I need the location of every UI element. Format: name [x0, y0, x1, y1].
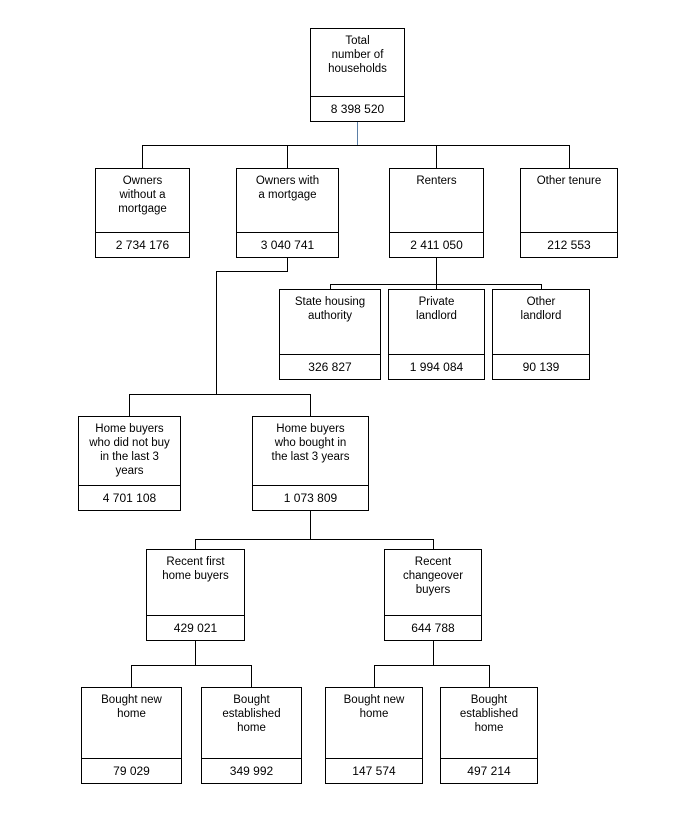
node-label: Total number of households: [328, 35, 387, 75]
connector-drop-changeover-established-home: [489, 665, 490, 687]
node-label: Home buyers who did not buy in the last …: [89, 423, 170, 477]
node-value: 3 040 741: [237, 232, 338, 257]
node-label: Recent changeover buyers: [402, 556, 464, 596]
node-value: 8 398 520: [311, 96, 404, 121]
node-value: 497 214: [441, 758, 537, 783]
connector-drop-renters: [436, 145, 437, 168]
node-value: 2 734 176: [96, 232, 189, 257]
node-label: Bought established home: [459, 694, 519, 734]
node-value: 212 553: [521, 232, 617, 257]
node-label: Bought new home: [343, 694, 405, 720]
node-value: 1 073 809: [253, 485, 368, 510]
node-value: 2 411 050: [390, 232, 483, 257]
node-value: 90 139: [493, 354, 589, 379]
node-label: Bought established home: [222, 694, 281, 734]
node-label: Bought new home: [101, 694, 162, 720]
node-value: 147 574: [326, 758, 422, 783]
connector-drop-owners-mortgage: [287, 145, 288, 168]
connector-owners-mortgage-jog: [216, 271, 288, 272]
node-owners-without-mortgage: Owners without a mortgage 2 734 176: [95, 168, 190, 258]
connector-recent-buyers-stem: [310, 511, 311, 539]
connector-drop-first-established-home: [251, 665, 252, 687]
connector-total-stem: [357, 122, 358, 145]
node-recent-first-home-buyers: Recent first home buyers 429 021: [146, 549, 245, 641]
connector-drop-owners-no-mortgage: [142, 145, 143, 168]
node-home-buyers-recent: Home buyers who bought in the last 3 yea…: [252, 416, 369, 511]
node-first-bought-established-home: Bought established home 349 992: [201, 687, 302, 784]
node-other-landlord: Other landlord 90 139: [492, 289, 590, 380]
node-label: Other tenure: [536, 175, 602, 187]
connector-owners-mortgage-stem: [287, 258, 288, 271]
node-state-housing-authority: State housing authority 326 827: [279, 289, 381, 380]
node-value: 1 994 084: [389, 354, 484, 379]
node-label: Recent first home buyers: [162, 556, 229, 582]
node-first-bought-new-home: Bought new home 79 029: [81, 687, 182, 784]
node-label: Owners without a mortgage: [118, 175, 167, 215]
connector-drop-recent-buyers: [310, 394, 311, 416]
connector-buyers-bus: [129, 394, 311, 395]
node-changeover-bought-established-home: Bought established home 497 214: [440, 687, 538, 784]
connector-drop-first-new-home: [131, 665, 132, 687]
connector-level1-bus: [142, 145, 569, 146]
connector-drop-not-recent-buyers: [129, 394, 130, 416]
node-owners-with-mortgage: Owners with a mortgage 3 040 741: [236, 168, 339, 258]
node-value: 349 992: [202, 758, 301, 783]
node-total-households: Total number of households 8 398 520: [310, 28, 405, 122]
connector-drop-changeover-buyers: [433, 539, 434, 549]
node-recent-changeover-buyers: Recent changeover buyers 644 788: [384, 549, 482, 641]
node-other-tenure: Other tenure 212 553: [520, 168, 618, 258]
connector-recent-types-bus: [195, 539, 433, 540]
connector-drop-first-home-buyers: [195, 539, 196, 549]
node-private-landlord: Private landlord 1 994 084: [388, 289, 485, 380]
connector-drop-changeover-new-home: [374, 665, 375, 687]
connector-first-home-stem: [195, 641, 196, 665]
node-value: 644 788: [385, 615, 481, 640]
node-value: 4 701 108: [79, 485, 180, 510]
node-label: Renters: [416, 175, 457, 187]
connector-changeover-stem: [433, 641, 434, 665]
node-value: 326 827: [280, 354, 380, 379]
connector-changeover-purchase-bus: [374, 665, 490, 666]
connector-drop-other-tenure: [569, 145, 570, 168]
connector-first-purchase-bus: [131, 665, 252, 666]
node-label: State housing authority: [294, 296, 366, 322]
hierarchy-chart: Total number of households 8 398 520 Own…: [0, 0, 687, 829]
node-label: Other landlord: [520, 296, 562, 322]
node-changeover-bought-new-home: Bought new home 147 574: [325, 687, 423, 784]
node-renters: Renters 2 411 050: [389, 168, 484, 258]
node-label: Private landlord: [416, 296, 457, 322]
node-value: 79 029: [82, 758, 181, 783]
node-value: 429 021: [147, 615, 244, 640]
node-label: Home buyers who bought in the last 3 yea…: [271, 423, 350, 463]
connector-owners-trunk: [216, 271, 217, 394]
connector-renters-stem: [436, 258, 437, 284]
node-label: Owners with a mortgage: [255, 175, 320, 201]
node-home-buyers-not-recent: Home buyers who did not buy in the last …: [78, 416, 181, 511]
